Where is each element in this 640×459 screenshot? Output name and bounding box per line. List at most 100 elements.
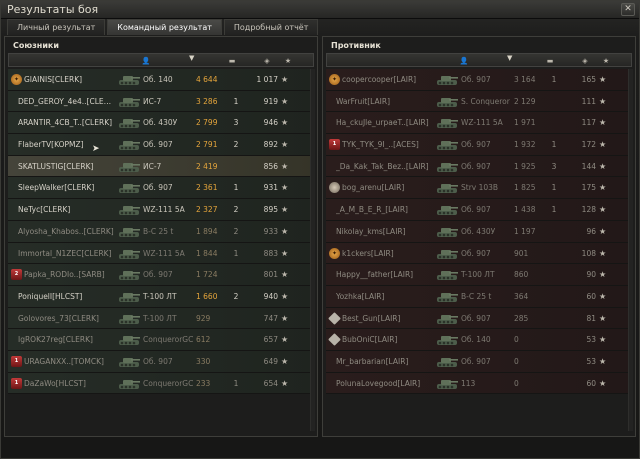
player-name[interactable]: Nikolay_kms[LAIR] <box>336 221 432 242</box>
star-icon[interactable]: ★ <box>599 56 613 66</box>
player-name[interactable]: Golovores_73[CLERK] <box>18 308 114 329</box>
table-row[interactable]: SKATLUSTIG[CLERK] ИС-7 2 419 856 ★ <box>8 155 314 178</box>
player-name[interactable]: IgROK27reg[CLERK] <box>18 329 114 350</box>
tank-name: WZ-111 5A <box>143 248 185 258</box>
star-icon: ★ <box>281 335 289 345</box>
player-name[interactable]: PoniquelI[HLCST] <box>18 286 114 307</box>
star-icon: ★ <box>281 356 289 366</box>
player-name[interactable]: ARANTIR_4CB_T..[CLERK] <box>18 112 114 133</box>
player-name[interactable]: Mr_barbarian[LAIR] <box>336 351 432 372</box>
tab-1[interactable]: Командный результат <box>107 19 222 35</box>
damage-value: 2 129 <box>514 96 536 106</box>
table-row[interactable]: Happy__father[LAIR] T-100 ЛТ 860 90 ★ <box>326 264 632 286</box>
player-name[interactable]: bog_arenu[LAIR] <box>342 177 432 198</box>
player-name[interactable]: Papka_RODIo..[SARB] <box>24 264 114 285</box>
sort-arrow-icon[interactable]: ▼ <box>189 54 194 62</box>
kills-value: 2 <box>233 205 239 215</box>
player-name[interactable]: Alyosha_Khabos..[CLERK] <box>18 221 114 242</box>
player-icon[interactable]: 👤 <box>139 56 153 66</box>
player-icon[interactable]: 👤 <box>457 56 471 66</box>
table-row[interactable]: FlaberTV[KOPMZ] Об. 907 2 791 2 892 ★ <box>8 134 314 156</box>
player-name[interactable]: TYK_TYK_9I_..[ACES] <box>342 134 432 155</box>
player-name[interactable]: DED_GEROY_4e4..[CLERK] <box>18 91 114 112</box>
player-name[interactable]: Happy__father[LAIR] <box>336 264 432 285</box>
table-row[interactable]: IgROK27reg[CLERK] ConquerorGC 612 657 ★ <box>8 329 314 351</box>
player-name[interactable]: URAGANXX..[TOMCK] <box>24 351 114 372</box>
table-row[interactable]: Nikolay_kms[LAIR] Об. 430У 1 197 96 ★ <box>326 220 632 243</box>
table-row[interactable]: DED_GEROY_4e4..[CLERK] ИС-7 3 286 1 919 ★ <box>8 90 314 113</box>
allies-scrollbar[interactable] <box>310 69 315 431</box>
window-title: Результаты боя <box>7 3 99 16</box>
player-name[interactable]: _A_M_B_E_R_[LAIR] <box>336 199 432 220</box>
tank-name: Об. 140 <box>143 75 173 84</box>
xp-value: 654 <box>263 378 278 388</box>
star-icon[interactable]: ★ <box>281 56 295 66</box>
table-row[interactable]: Mr_barbarian[LAIR] Об. 907 0 53 ★ <box>326 350 632 373</box>
star-icon: ★ <box>599 118 607 128</box>
tank-kill-icon[interactable]: ▬ <box>543 56 557 66</box>
diamond-icon <box>328 333 341 347</box>
tab-0[interactable]: Личный результат <box>7 19 106 35</box>
player-name[interactable]: Ha_ckuJle_urpaeT..[LAIR] <box>336 112 432 133</box>
xp-value: 175 <box>581 183 596 193</box>
player-name[interactable]: PolunaLovegood[LAIR] <box>336 373 432 394</box>
player-name[interactable]: GIAINIS[CLERK] <box>24 69 114 90</box>
tank-icon <box>118 181 140 194</box>
table-row[interactable]: _A_M_B_E_R_[LAIR] Об. 907 1 438 1 128 ★ <box>326 199 632 221</box>
xp-value: 747 <box>263 313 278 323</box>
player-name[interactable]: _Da_Kak_Tak_Bez..[LAIR] <box>336 156 432 177</box>
tank-icon <box>436 268 458 281</box>
player-name[interactable]: WarFruit[LAIR] <box>336 91 432 112</box>
xp-icon[interactable]: ◈ <box>260 56 274 66</box>
xp-value: 128 <box>581 205 596 215</box>
table-row[interactable]: SleepWalker[CLERK] Об. 907 2 361 1 931 ★ <box>8 177 314 200</box>
table-row[interactable]: PolunaLovegood[LAIR] 113 0 60 ★ <box>326 372 632 395</box>
table-row[interactable]: BubOniC[LAIR] Об. 140 0 53 ★ <box>326 329 632 351</box>
table-row[interactable]: 2 Papka_RODIo..[SARB] Об. 907 1 724 801 ★ <box>8 264 314 286</box>
table-row[interactable]: Best_Gun[LAIR] Об. 907 285 81 ★ <box>326 307 632 330</box>
table-row[interactable]: ✦ coopercooper[LAIR] Об. 907 3 164 1 165 ★ <box>326 69 632 91</box>
tank-kill-icon[interactable]: ▬ <box>225 56 239 66</box>
table-row[interactable]: PoniquelI[HLCST] T-100 ЛТ 1 660 2 940 ★ <box>8 285 314 308</box>
damage-value: 901 <box>514 248 529 258</box>
xp-value: 940 <box>263 291 278 301</box>
table-row[interactable]: Yozhka[LAIR] B-C 25 t 364 60 ★ <box>326 285 632 308</box>
player-name[interactable]: coopercooper[LAIR] <box>342 69 432 90</box>
table-row[interactable]: _Da_Kak_Tak_Bez..[LAIR] Об. 907 1 925 3 144 ★ <box>326 155 632 178</box>
xp-value: 144 <box>581 161 596 171</box>
player-name[interactable]: Yozhka[LAIR] <box>336 286 432 307</box>
xp-value: 53 <box>586 356 596 366</box>
player-name[interactable]: NeTyc[CLERK] <box>18 199 114 220</box>
player-name[interactable]: SKATLUSTIG[CLERK] <box>18 156 114 177</box>
player-name[interactable]: k1ckers[LAIR] <box>342 243 432 264</box>
player-name[interactable]: Best_Gun[LAIR] <box>342 308 432 329</box>
close-button[interactable]: ✕ <box>621 3 635 16</box>
player-name[interactable]: DaZaWo[HLCST] <box>24 373 114 394</box>
table-row[interactable]: Ha_ckuJle_urpaeT..[LAIR] WZ-111 5A 1 971 11… <box>326 112 632 135</box>
tank-name: Об. 907 <box>461 75 491 84</box>
damage-value: 1 925 <box>514 161 536 171</box>
table-row[interactable]: 1 TYK_TYK_9I_..[ACES] Об. 907 1 932 1 172 ★ <box>326 134 632 156</box>
table-row[interactable]: ✦ k1ckers[LAIR] Об. 907 901 108 ★ <box>326 242 632 265</box>
tab-2[interactable]: Подробный отчёт <box>223 19 319 35</box>
tank-icon <box>118 312 140 325</box>
xp-value: 108 <box>581 248 596 258</box>
table-row[interactable]: Immortal_N1ZEC[CLERK] WZ-111 5A 1 844 1 883 ★ <box>8 242 314 265</box>
table-row[interactable]: ARANTIR_4CB_T..[CLERK] Об. 430У 2 799 3 946 ★ <box>8 112 314 135</box>
player-name[interactable]: SleepWalker[CLERK] <box>18 177 114 198</box>
player-name[interactable]: Immortal_N1ZEC[CLERK] <box>18 243 114 264</box>
xp-icon[interactable]: ◈ <box>578 56 592 66</box>
table-row[interactable]: 1 DaZaWo[HLCST] ConquerorGC 233 1 654 ★ <box>8 372 314 395</box>
medal-icon: ✦ <box>11 74 22 85</box>
star-icon: ★ <box>599 183 607 193</box>
table-row[interactable]: bog_arenu[LAIR] Strv 103B 1 825 1 175 ★ <box>326 177 632 200</box>
table-row[interactable]: Golovores_73[CLERK] T-100 ЛТ 929 747 ★ <box>8 307 314 330</box>
sort-arrow-icon[interactable]: ▼ <box>507 54 512 62</box>
enemies-scrollbar[interactable] <box>628 69 633 431</box>
table-row[interactable]: NeTyc[CLERK] WZ-111 5A 2 327 2 895 ★ <box>8 199 314 221</box>
player-name[interactable]: BubOniC[LAIR] <box>342 329 432 350</box>
table-row[interactable]: WarFruit[LAIR] S. Conqueror 2 129 111 ★ <box>326 90 632 113</box>
table-row[interactable]: 1 URAGANXX..[TOMCK] Об. 907 330 649 ★ <box>8 350 314 373</box>
table-row[interactable]: ✦ GIAINIS[CLERK] Об. 140 4 644 1 017 ★ <box>8 69 314 91</box>
table-row[interactable]: Alyosha_Khabos..[CLERK] B-C 25 t 1 894 2 933… <box>8 220 314 243</box>
